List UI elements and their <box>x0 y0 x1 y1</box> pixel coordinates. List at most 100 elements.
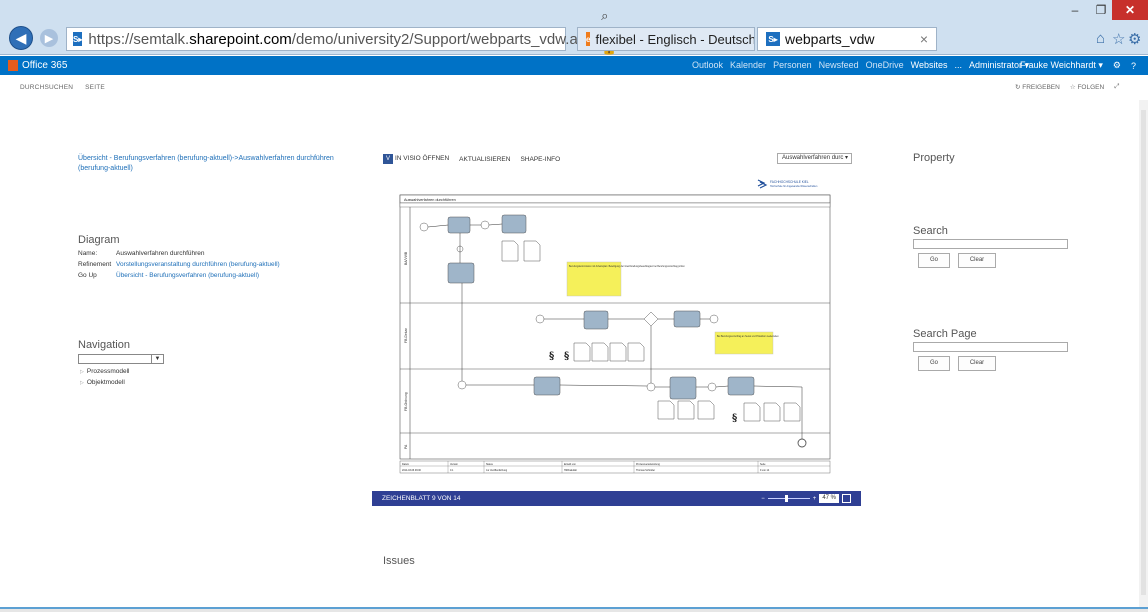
suite-nav-personen[interactable]: Personen <box>773 60 812 71</box>
back-button[interactable]: ◀ <box>9 26 33 50</box>
page-scrollbar[interactable] <box>1139 100 1148 607</box>
diagram-info-section: Diagram Name: Auswahlverfahren durchführ… <box>78 234 280 281</box>
table-header: Prozessverantwortung <box>636 463 660 466</box>
share-button[interactable]: ↻ FREIGEBEN <box>1015 83 1060 91</box>
browser-chrome: ◀ ▶ S▸ https://semtalk. sharepoint.com/de… <box>0 0 1148 71</box>
scrollbar-thumb[interactable] <box>1141 110 1146 595</box>
arrow-left-icon: ◀ <box>15 29 27 46</box>
suite-nav-kalender[interactable]: Kalender <box>730 60 766 71</box>
search-page-go-button[interactable]: Go <box>918 356 950 371</box>
table-header: Version <box>450 463 459 466</box>
ribbon-tab-seite[interactable]: SEITE <box>85 84 105 91</box>
sharepoint-favicon: S▸ <box>73 32 83 46</box>
search-input[interactable] <box>913 239 1068 249</box>
diagram-refinement-row: Refinement Vorstellungsveranstaltung dur… <box>78 259 280 270</box>
zoom-in-button[interactable]: + <box>813 496 817 502</box>
search-page-title: Search Page <box>913 328 977 340</box>
tree-item-label: Prozessmodell <box>86 368 130 375</box>
search-page-clear-button[interactable]: Clear <box>958 356 996 371</box>
url-prefix: https://semtalk. <box>88 30 190 48</box>
url-path: /demo/university2/Support/webparts_vdw.a… <box>291 30 602 48</box>
page-select[interactable]: Auswahlverfahren durc ▾ <box>777 153 852 164</box>
tree-item-prozessmodell[interactable]: ▷ Prozessmodell <box>80 368 164 375</box>
visio-viewer-toolbar: V IN VISIO ÖFFNEN AKTUALISIEREN SHAPE-INF… <box>383 154 560 164</box>
ribbon-bar: DURCHSUCHEN SEITE ↻ FREIGEBEN ☆ FOLGEN ⤢ <box>0 75 1148 100</box>
zoom-level: 47 % <box>819 494 839 503</box>
follow-button[interactable]: ☆ FOLGEN <box>1070 83 1104 91</box>
visio-icon: V <box>383 154 393 164</box>
shape-info-button[interactable]: SHAPE-INFO <box>520 156 560 163</box>
table-header: Seite <box>760 463 766 466</box>
suite-nav-newsfeed[interactable]: Newsfeed <box>819 60 859 71</box>
sheet-indicator: ZEICHENBLATT 9 VON 14 <box>382 495 461 502</box>
refresh-button[interactable]: AKTUALISIEREN <box>459 156 510 163</box>
office-logo-icon <box>8 60 18 71</box>
tab-label: flexibel - Englisch - Deutsch Wö... <box>595 31 755 47</box>
field-label: Go Up <box>78 272 97 279</box>
help-icon[interactable]: ? <box>1131 61 1136 71</box>
forward-button[interactable]: ▶ <box>40 29 58 47</box>
close-window-button[interactable]: ✕ <box>1112 0 1148 20</box>
minimize-button[interactable]: – <box>1061 0 1089 20</box>
suite-nav-more[interactable]: ... <box>955 60 963 71</box>
address-bar[interactable]: S▸ https://semtalk. sharepoint.com/demo/u… <box>66 8 617 71</box>
maximize-button[interactable]: ❐ <box>1087 0 1115 20</box>
office365-suite-bar: Office 365 Outlook Kalender Personen New… <box>0 56 1148 75</box>
paragraph-symbol-icon: § <box>732 413 737 424</box>
search-page-input[interactable] <box>913 342 1068 352</box>
settings-gear-icon[interactable]: ⚙ <box>1128 30 1141 48</box>
diagram-info-table: Datum Version Status Erstellt von Prozes… <box>399 460 831 474</box>
tab-webparts[interactable]: S▸ webparts_vdw × <box>757 27 937 51</box>
chevron-down-icon: ▼ <box>151 355 163 363</box>
table-cell: Thomas Schröder <box>636 469 655 472</box>
search-clear-button[interactable]: Clear <box>958 253 996 268</box>
tree-item-objektmodell[interactable]: ▷ Objektmodell <box>80 379 164 386</box>
field-label: Refinement <box>78 261 112 268</box>
arrow-right-icon: ▶ <box>44 32 54 45</box>
home-icon[interactable]: ⌂ <box>1096 30 1105 47</box>
paragraph-symbol-icon: § <box>549 351 554 362</box>
expand-triangle-icon: ▷ <box>80 380 84 386</box>
close-tab-icon[interactable]: × <box>920 31 928 47</box>
refinement-link[interactable]: Vorstellungsveranstaltung durchführen (b… <box>116 259 280 270</box>
table-header: Status <box>486 463 494 466</box>
open-in-visio-button[interactable]: V IN VISIO ÖFFNEN <box>383 154 449 164</box>
navigation-select[interactable]: ▼ <box>78 354 164 364</box>
suite-nav-outlook[interactable]: Outlook <box>692 60 723 71</box>
ribbon-tab-durchsuchen[interactable]: DURCHSUCHEN <box>20 84 73 91</box>
favorites-star-icon[interactable]: ☆ <box>1112 30 1125 48</box>
field-value: Auswahlverfahren durchführen <box>116 250 205 257</box>
fit-to-window-icon[interactable] <box>842 494 851 503</box>
user-area: Frauke Weichhardt ▾ ⚙ ? <box>1020 60 1136 71</box>
suite-nav-websites[interactable]: Websites <box>911 60 948 71</box>
sticky-note-text: Berufungskommission mit Arbeitsplan: Bet… <box>569 265 686 268</box>
bpmn-diagram: FACHHOCHSCHULE KIEL Hochschule für Angew… <box>399 179 831 474</box>
search-title: Search <box>913 225 948 237</box>
go-up-link[interactable]: Übersicht - Berufungsverfahren (berufung… <box>116 270 259 281</box>
end-event-shape <box>797 438 807 448</box>
search-page-section: Search Page Go Clear <box>913 328 1068 371</box>
suite-nav-onedrive[interactable]: OneDrive <box>866 60 904 71</box>
field-label: Name: <box>78 250 98 257</box>
focus-mode-icon[interactable]: ⤢ <box>1114 83 1119 91</box>
diagram-canvas[interactable]: FACHHOCHSCHULE KIEL Hochschule für Angew… <box>372 173 861 491</box>
zoom-out-button[interactable]: − <box>761 496 765 502</box>
expand-triangle-icon: ▷ <box>80 369 84 375</box>
user-menu[interactable]: Frauke Weichhardt ▾ <box>1020 60 1103 71</box>
search-section: Search Go Clear <box>913 225 1068 268</box>
breadcrumb-link[interactable]: Übersicht - Berufungsverfahren (berufung… <box>78 154 338 174</box>
navigation-title: Navigation <box>78 339 130 351</box>
table-cell: 9 von 14 <box>760 469 770 472</box>
diagram-goup-row: Go Up Übersicht - Berufungsverfahren (be… <box>78 270 280 281</box>
navigation-section: Navigation ▼ ▷ Prozessmodell ▷ Objektmodel… <box>78 339 164 386</box>
logo-text: FACHHOCHSCHULE KIEL <box>770 180 809 184</box>
search-go-button[interactable]: Go <box>918 253 950 268</box>
table-header: Erstellt von <box>564 463 576 466</box>
office365-brand[interactable]: Office 365 <box>8 60 67 71</box>
issues-title: Issues <box>383 555 415 567</box>
tab-flexibel[interactable]: e flexibel - Englisch - Deutsch Wö... <box>577 27 755 51</box>
diagram-title: Diagram <box>78 234 120 246</box>
settings-gear-icon[interactable]: ⚙ <box>1113 60 1121 71</box>
zoom-slider[interactable] <box>767 495 810 502</box>
zoom-slider-handle[interactable] <box>784 495 788 502</box>
